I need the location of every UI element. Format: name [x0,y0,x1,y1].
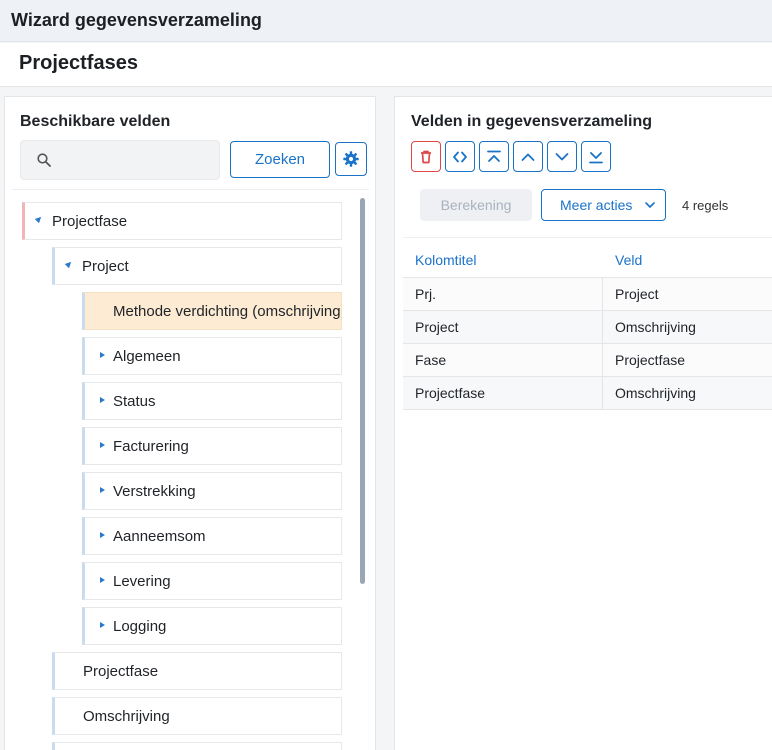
fields-table: Kolomtitel Veld Prj. Project Project Oms… [403,237,772,410]
collapsed-arrow-icon[interactable] [100,622,105,628]
move-top-button[interactable] [479,141,509,172]
collapsed-arrow-icon[interactable] [100,577,105,583]
tree-node-label: Omschrijving [83,708,170,725]
available-fields-heading: Beschikbare velden [20,113,171,130]
cell-kolomtitel: Project [415,319,459,335]
tree-node-levering[interactable]: Levering [82,562,342,600]
more-actions-button[interactable]: Meer acties [541,189,666,221]
table-row[interactable]: Prj. Project [403,278,772,311]
tree-node-label: Aanneemsom [113,528,206,545]
move-down-button[interactable] [547,141,577,172]
tree-node-methode-verdichting[interactable]: Methode verdichting (omschrijving) [82,292,342,330]
tree-node-label: Verstrekking [113,483,196,500]
field-tree: Projectfase Project Methode verdichting … [12,189,369,750]
tree-node-projectfase[interactable]: Projectfase [22,202,342,240]
search-icon [37,153,51,167]
page-header: Projectfases [0,43,772,87]
tree-node-algemeen[interactable]: Algemeen [82,337,342,375]
move-top-icon [487,150,501,162]
search-box[interactable] [20,140,220,180]
column-header-kolomtitel[interactable]: Kolomtitel [415,252,476,268]
column-divider [602,377,603,409]
tree-node-project[interactable]: Project [52,247,342,285]
cell-veld: Project [615,286,659,302]
search-input[interactable] [61,149,211,173]
dataset-fields-panel: Velden in gegevensverzameling Berekening… [394,96,772,750]
cell-kolomtitel: Fase [415,352,447,368]
table-body: Prj. Project Project Omschrijving Fase P… [403,278,772,410]
tree-node-label: Logging [113,618,167,635]
cell-kolomtitel: Prj. [415,286,436,302]
table-row[interactable]: Project Omschrijving [403,311,772,344]
tree-node-aanneemsom[interactable]: Aanneemsom [82,517,342,555]
tree-node-label: Projectfase [83,663,159,680]
column-divider [602,344,603,376]
cell-veld: Omschrijving [615,385,696,401]
cell-kolomtitel: Projectfase [415,385,486,401]
column-divider [602,311,603,343]
code-button[interactable] [445,141,475,172]
tree-node-label: Project [82,258,129,275]
tree-node-label: Methode verdichting (omschrijving) [113,303,342,320]
calculation-button[interactable]: Berekening [420,189,532,221]
collapsed-arrow-icon[interactable] [100,532,105,538]
tree-node-partial[interactable] [52,742,342,750]
tree-scrollbar-thumb[interactable] [360,198,365,584]
row-count: 4 regels [682,198,729,213]
tree-node-projectfase-field[interactable]: Projectfase [52,652,342,690]
available-fields-panel: Beschikbare velden Zoeken Projectfase Pr… [4,96,376,750]
window-titlebar: Wizard gegevensverzameling [0,0,772,42]
table-header: Kolomtitel Veld [403,238,772,278]
move-down-icon [555,153,569,161]
tree-node-label: Algemeen [113,348,181,365]
search-button[interactable]: Zoeken [230,141,330,178]
collapsed-arrow-icon[interactable] [100,352,105,358]
cell-veld: Projectfase [615,352,686,368]
window-title: Wizard gegevensverzameling [11,10,262,30]
settings-button[interactable] [335,142,367,176]
tree-node-label: Facturering [113,438,189,455]
collapsed-arrow-icon[interactable] [100,487,105,493]
move-up-button[interactable] [513,141,543,172]
tree-node-label: Projectfase [52,213,128,230]
tree-node-label: Status [113,393,156,410]
table-row[interactable]: Projectfase Omschrijving [403,377,772,410]
collapsed-arrow-icon[interactable] [100,397,105,403]
chevron-down-icon [645,202,655,208]
collapsed-arrow-icon[interactable] [100,442,105,448]
page-title: Projectfases [19,52,138,74]
expand-arrow-icon[interactable] [64,259,74,269]
more-actions-label: Meer acties [560,197,633,213]
table-row[interactable]: Fase Projectfase [403,344,772,377]
code-icon [453,151,467,163]
tree-node-facturering[interactable]: Facturering [82,427,342,465]
gear-icon [343,151,359,167]
expand-arrow-icon[interactable] [34,214,44,224]
column-divider [602,278,603,310]
move-bottom-icon [589,152,603,164]
tree-node-status[interactable]: Status [82,382,342,420]
move-bottom-button[interactable] [581,141,611,172]
tree-node-omschrijving[interactable]: Omschrijving [52,697,342,735]
tree-node-logging[interactable]: Logging [82,607,342,645]
move-up-icon [521,153,535,161]
cell-veld: Omschrijving [615,319,696,335]
column-header-veld[interactable]: Veld [615,252,642,268]
delete-button[interactable] [411,141,441,172]
tree-node-label: Levering [113,573,171,590]
tree-node-verstrekking[interactable]: Verstrekking [82,472,342,510]
dataset-fields-heading: Velden in gegevensverzameling [411,113,652,130]
trash-icon [421,150,431,164]
